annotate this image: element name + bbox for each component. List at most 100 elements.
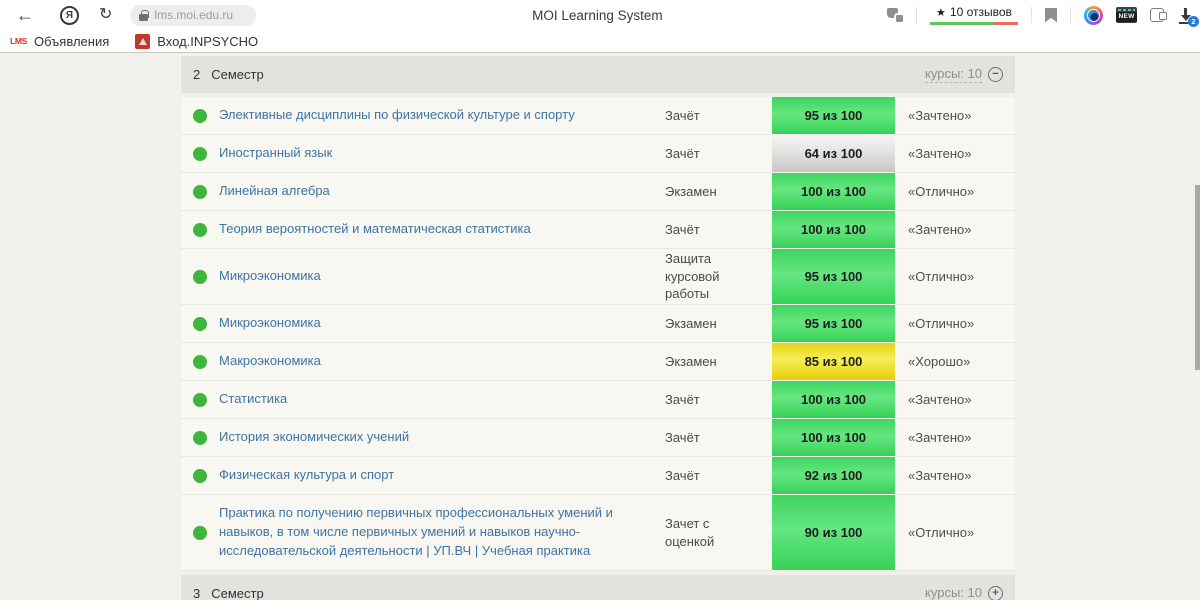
browser-extension-icon[interactable] xyxy=(1084,5,1103,25)
course-link[interactable]: Микроэкономика xyxy=(219,314,665,333)
course-status-cell xyxy=(181,457,219,494)
grade-label: «Зачтено» xyxy=(908,108,972,123)
course-status-cell xyxy=(181,381,219,418)
site-reviews-widget[interactable]: ★ 10 отзывов xyxy=(930,5,1018,25)
semester-number: 3 xyxy=(193,586,201,600)
grade-label: «Зачтено» xyxy=(908,468,972,483)
course-link[interactable]: Физическая культура и спорт xyxy=(219,466,665,485)
back-icon[interactable]: ← xyxy=(16,6,34,24)
score-badge: 100 из 100 xyxy=(772,211,895,249)
reviews-rating-bar xyxy=(930,22,1018,25)
control-type-label: Зачёт xyxy=(665,429,700,445)
course-status-cell xyxy=(181,419,219,456)
new-badge: NEW xyxy=(1116,12,1137,22)
semester-grades-content: 2 Семестр курсы: 10 − Элективные дисципл… xyxy=(181,56,1015,600)
score-badge: 95 из 100 xyxy=(772,305,895,343)
course-link[interactable]: Макроэкономика xyxy=(219,352,665,371)
course-row: Физическая культура и спорт Зачёт 92 из … xyxy=(181,457,1015,495)
status-dot-icon xyxy=(193,525,207,540)
status-dot-icon xyxy=(193,222,207,237)
grade-label: «Отлично» xyxy=(908,525,975,540)
course-link[interactable]: История экономических учений xyxy=(219,428,665,447)
semester-title: Семестр xyxy=(211,586,264,600)
control-type-label: Экзамен xyxy=(665,353,717,369)
course-status-cell xyxy=(181,135,219,172)
downloads-count-badge: 2 xyxy=(1188,15,1199,27)
status-dot-icon xyxy=(193,146,207,161)
divider xyxy=(916,7,917,23)
vertical-scrollbar[interactable] xyxy=(1195,185,1200,370)
downloads-icon[interactable]: 2 xyxy=(1177,7,1199,27)
course-status-cell xyxy=(181,97,219,134)
divider xyxy=(1070,7,1071,23)
control-type-label: Зачёт xyxy=(665,221,700,237)
course-link[interactable]: Иностранный язык xyxy=(219,144,665,163)
divider xyxy=(1031,7,1032,23)
status-dot-icon xyxy=(193,468,207,483)
control-type-label: Защита курсовой работы xyxy=(665,251,720,302)
grade-label: «Зачтено» xyxy=(908,222,972,237)
status-dot-icon xyxy=(193,354,207,369)
lock-icon xyxy=(139,9,149,21)
extensions-panel-icon[interactable] xyxy=(1150,8,1167,22)
control-type-label: Зачёт xyxy=(665,467,700,483)
course-status-cell xyxy=(181,495,219,570)
bookmark-announcements[interactable]: LMS Объявления xyxy=(10,34,109,49)
course-link[interactable]: Практика по получению первичных професси… xyxy=(219,504,665,561)
address-bar[interactable]: lms.moi.edu.ru xyxy=(130,4,257,26)
browser-toolbar: ← Я ↻ lms.moi.edu.ru MOI Learning System… xyxy=(0,0,1200,30)
score-badge: 95 из 100 xyxy=(772,97,895,135)
course-row: Микроэкономика Защита курсовой работы 95… xyxy=(181,249,1015,305)
course-row: Теория вероятностей и математическая ста… xyxy=(181,211,1015,249)
bookmark-inpsycho-login[interactable]: Вход.INPSYCHO xyxy=(135,33,259,49)
courses-count-link[interactable]: курсы: 10 xyxy=(925,66,982,84)
page-title: MOI Learning System xyxy=(532,7,663,23)
score-badge: 100 из 100 xyxy=(772,419,895,457)
lms-page: 2 Семестр курсы: 10 − Элективные дисципл… xyxy=(0,53,1200,600)
score-badge: 100 из 100 xyxy=(772,381,895,419)
yandex-browser-icon[interactable]: Я xyxy=(60,5,79,25)
refresh-icon[interactable]: ↻ xyxy=(99,7,112,23)
control-type-label: Экзамен xyxy=(665,315,717,331)
score-badge: 64 из 100 xyxy=(772,135,895,173)
score-badge: 92 из 100 xyxy=(772,457,895,495)
course-link[interactable]: Линейная алгебра xyxy=(219,182,665,201)
course-link[interactable]: Микроэкономика xyxy=(219,267,665,286)
status-dot-icon xyxy=(193,269,207,284)
course-row: Макроэкономика Экзамен 85 из 100 «Хорошо… xyxy=(181,343,1015,381)
grade-label: «Зачтено» xyxy=(908,146,972,161)
semester-title: Семестр xyxy=(211,67,264,82)
url-text: lms.moi.edu.ru xyxy=(154,8,234,22)
extension-inner-globe xyxy=(1087,8,1100,22)
bookmark-label: Вход.INPSYCHO xyxy=(157,33,259,49)
status-dot-icon xyxy=(193,430,207,445)
course-link[interactable]: Теория вероятностей и математическая ста… xyxy=(219,220,665,239)
inpsycho-favicon xyxy=(135,33,151,49)
courses-count-link[interactable]: курсы: 10 xyxy=(925,585,982,600)
expand-section-button[interactable]: + xyxy=(988,586,1003,600)
status-dot-icon xyxy=(193,316,207,331)
control-type-label: Экзамен xyxy=(665,183,717,199)
rating-positive-segment xyxy=(930,22,994,25)
course-row: Статистика Зачёт 100 из 100 «Зачтено» xyxy=(181,381,1015,419)
course-status-cell xyxy=(181,305,219,342)
grade-label: «Хорошо» xyxy=(908,354,971,369)
course-link[interactable]: Статистика xyxy=(219,390,665,409)
collapse-section-button[interactable]: − xyxy=(988,67,1003,82)
bookmark-flag-icon[interactable] xyxy=(1045,7,1057,23)
course-row: История экономических учений Зачёт 100 и… xyxy=(181,419,1015,457)
video-extension-new-icon[interactable]: NEW xyxy=(1116,7,1137,23)
course-status-cell xyxy=(181,173,219,210)
score-badge: 85 из 100 xyxy=(772,343,895,381)
control-type-label: Зачёт xyxy=(665,107,700,123)
status-dot-icon xyxy=(193,392,207,407)
protect-icon[interactable] xyxy=(887,8,903,22)
bookmark-label: Объявления xyxy=(34,33,110,49)
control-type-label: Зачёт xyxy=(665,391,700,407)
lms-favicon: LMS xyxy=(10,36,28,46)
grade-label: «Отлично» xyxy=(908,184,975,199)
bookmarks-bar: LMS Объявления Вход.INPSYCHO xyxy=(0,30,1200,53)
course-link[interactable]: Элективные дисциплины по физической куль… xyxy=(219,106,665,125)
semester-number: 2 xyxy=(193,67,201,82)
course-row: Микроэкономика Экзамен 95 из 100 «Отличн… xyxy=(181,305,1015,343)
